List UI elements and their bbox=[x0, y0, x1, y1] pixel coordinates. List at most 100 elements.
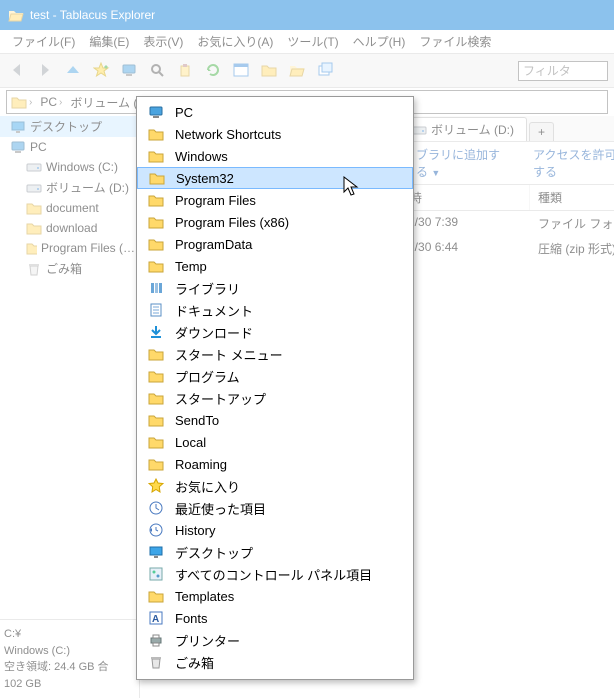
dropdown-item-label: ごみ箱 bbox=[175, 653, 214, 672]
dropdown-item[interactable]: Temp bbox=[137, 255, 413, 277]
trash-icon bbox=[147, 653, 165, 671]
folder-icon bbox=[147, 389, 165, 407]
dropdown-item-label: プログラム bbox=[175, 367, 240, 386]
dropdown-item[interactable]: ProgramData bbox=[137, 233, 413, 255]
address-root-icon: › bbox=[7, 94, 36, 110]
address-segment-pc[interactable]: PC› bbox=[36, 95, 66, 109]
status-path: C:¥ bbox=[4, 626, 135, 643]
dropdown-item-label: History bbox=[175, 523, 215, 538]
dropdown-item[interactable]: デスクトップ bbox=[137, 541, 413, 563]
dropdown-item-label: Local bbox=[175, 435, 206, 450]
folder-icon bbox=[147, 213, 165, 231]
menu-favorites[interactable]: お気に入り(A) bbox=[191, 31, 279, 52]
dropdown-item[interactable]: 最近使った項目 bbox=[137, 497, 413, 519]
folder-icon bbox=[147, 147, 165, 165]
dropdown-item-label: 最近使った項目 bbox=[175, 499, 266, 518]
dropdown-item-label: Templates bbox=[175, 589, 234, 604]
back-button[interactable] bbox=[6, 59, 30, 83]
clipboard-button[interactable] bbox=[174, 59, 198, 83]
new-folder-button[interactable] bbox=[286, 59, 310, 83]
recent-icon bbox=[147, 499, 165, 517]
dropdown-item[interactable]: Program Files bbox=[137, 189, 413, 211]
tree-drive-c[interactable]: Windows (C:) bbox=[0, 157, 139, 177]
menu-edit[interactable]: 編集(E) bbox=[83, 31, 135, 52]
dropdown-item-label: Temp bbox=[175, 259, 207, 274]
folder-icon bbox=[147, 367, 165, 385]
menu-tools[interactable]: ツール(T) bbox=[281, 31, 344, 52]
up-button[interactable] bbox=[62, 59, 86, 83]
tree-drive-d[interactable]: ボリューム (D:) bbox=[0, 177, 139, 198]
window-button[interactable] bbox=[230, 59, 254, 83]
tree-download[interactable]: download bbox=[0, 218, 139, 238]
folder-icon bbox=[148, 169, 166, 187]
document-icon bbox=[147, 301, 165, 319]
refresh-button[interactable] bbox=[202, 59, 226, 83]
tree-pc[interactable]: PC bbox=[0, 137, 139, 157]
ribbon-grant-access[interactable]: アクセスを許可する bbox=[533, 146, 614, 180]
menu-file-search[interactable]: ファイル検索 bbox=[413, 31, 497, 52]
dropdown-item-label: Fonts bbox=[175, 611, 208, 626]
dropdown-item-label: Roaming bbox=[175, 457, 227, 472]
dropdown-item[interactable]: ダウンロード bbox=[137, 321, 413, 343]
dropdown-item[interactable]: Local bbox=[137, 431, 413, 453]
folder-icon bbox=[147, 191, 165, 209]
dropdown-item-label: お気に入り bbox=[175, 477, 240, 496]
dropdown-item[interactable]: ライブラリ bbox=[137, 277, 413, 299]
tree-program-files[interactable]: Program Files (… bbox=[0, 238, 139, 258]
menu-file[interactable]: ファイル(F) bbox=[6, 31, 81, 52]
star-icon bbox=[147, 477, 165, 495]
tab-volume-d[interactable]: ボリューム (D:) bbox=[402, 117, 527, 141]
address-segment-volume[interactable]: ボリューム ( bbox=[66, 94, 141, 111]
dropdown-item[interactable]: プログラム bbox=[137, 365, 413, 387]
folder-icon bbox=[147, 433, 165, 451]
dropdown-item[interactable]: Windows bbox=[137, 145, 413, 167]
dropdown-item[interactable]: お気に入り bbox=[137, 475, 413, 497]
tree-trash[interactable]: ごみ箱 bbox=[0, 258, 139, 279]
menu-view[interactable]: 表示(V) bbox=[137, 31, 189, 52]
folder-tree[interactable]: デスクトップ PC Windows (C:) ボリューム (D:) docume… bbox=[0, 116, 139, 619]
column-type[interactable]: 種類 bbox=[530, 185, 614, 210]
dropdown-item[interactable]: PC bbox=[137, 101, 413, 123]
dropdown-item-label: ProgramData bbox=[175, 237, 252, 252]
dropdown-item[interactable]: スタート メニュー bbox=[137, 343, 413, 365]
dropdown-item[interactable]: Roaming bbox=[137, 453, 413, 475]
ribbon-add-to-library[interactable]: ブラリに追加する ▼ bbox=[416, 146, 509, 180]
dropdown-item[interactable]: スタートアップ bbox=[137, 387, 413, 409]
dropdown-item[interactable]: Network Shortcuts bbox=[137, 123, 413, 145]
search-button[interactable] bbox=[146, 59, 170, 83]
title-bar: test - Tablacus Explorer bbox=[0, 0, 614, 30]
dropdown-item[interactable]: すべてのコントロール パネル項目 bbox=[137, 563, 413, 585]
tab-add[interactable]: + bbox=[529, 122, 554, 141]
add-favorite-button[interactable] bbox=[90, 59, 114, 83]
dropdown-item[interactable]: プリンター bbox=[137, 629, 413, 651]
dropdown-item[interactable]: Program Files (x86) bbox=[137, 211, 413, 233]
dropdown-item[interactable]: ごみ箱 bbox=[137, 651, 413, 673]
tree-document[interactable]: document bbox=[0, 198, 139, 218]
dropdown-item[interactable]: Fonts bbox=[137, 607, 413, 629]
filter-input[interactable] bbox=[518, 61, 608, 81]
dropdown-item[interactable]: System32 bbox=[137, 167, 413, 189]
printer-icon bbox=[147, 631, 165, 649]
forward-button[interactable] bbox=[34, 59, 58, 83]
folder-button[interactable] bbox=[258, 59, 282, 83]
dropdown-item-label: ライブラリ bbox=[175, 279, 240, 298]
dropdown-item[interactable]: Templates bbox=[137, 585, 413, 607]
menu-help[interactable]: ヘルプ(H) bbox=[347, 31, 412, 52]
folder-icon bbox=[147, 411, 165, 429]
dropdown-item[interactable]: SendTo bbox=[137, 409, 413, 431]
dropdown-item[interactable]: History bbox=[137, 519, 413, 541]
dropdown-item-label: System32 bbox=[176, 171, 234, 186]
jump-list-dropdown[interactable]: PCNetwork ShortcutsWindows System32 Progra… bbox=[136, 96, 414, 680]
dropdown-item[interactable]: ドキュメント bbox=[137, 299, 413, 321]
new-window-button[interactable] bbox=[314, 59, 338, 83]
dropdown-item-label: デスクトップ bbox=[175, 543, 253, 562]
folder-icon bbox=[147, 257, 165, 275]
dropdown-item-label: Program Files bbox=[175, 193, 256, 208]
history-icon bbox=[147, 521, 165, 539]
control-icon bbox=[147, 565, 165, 583]
download-icon bbox=[147, 323, 165, 341]
dropdown-item-label: ダウンロード bbox=[175, 323, 253, 342]
history-button[interactable] bbox=[118, 59, 142, 83]
tree-desktop[interactable]: デスクトップ bbox=[0, 116, 139, 137]
mouse-cursor bbox=[343, 176, 361, 198]
